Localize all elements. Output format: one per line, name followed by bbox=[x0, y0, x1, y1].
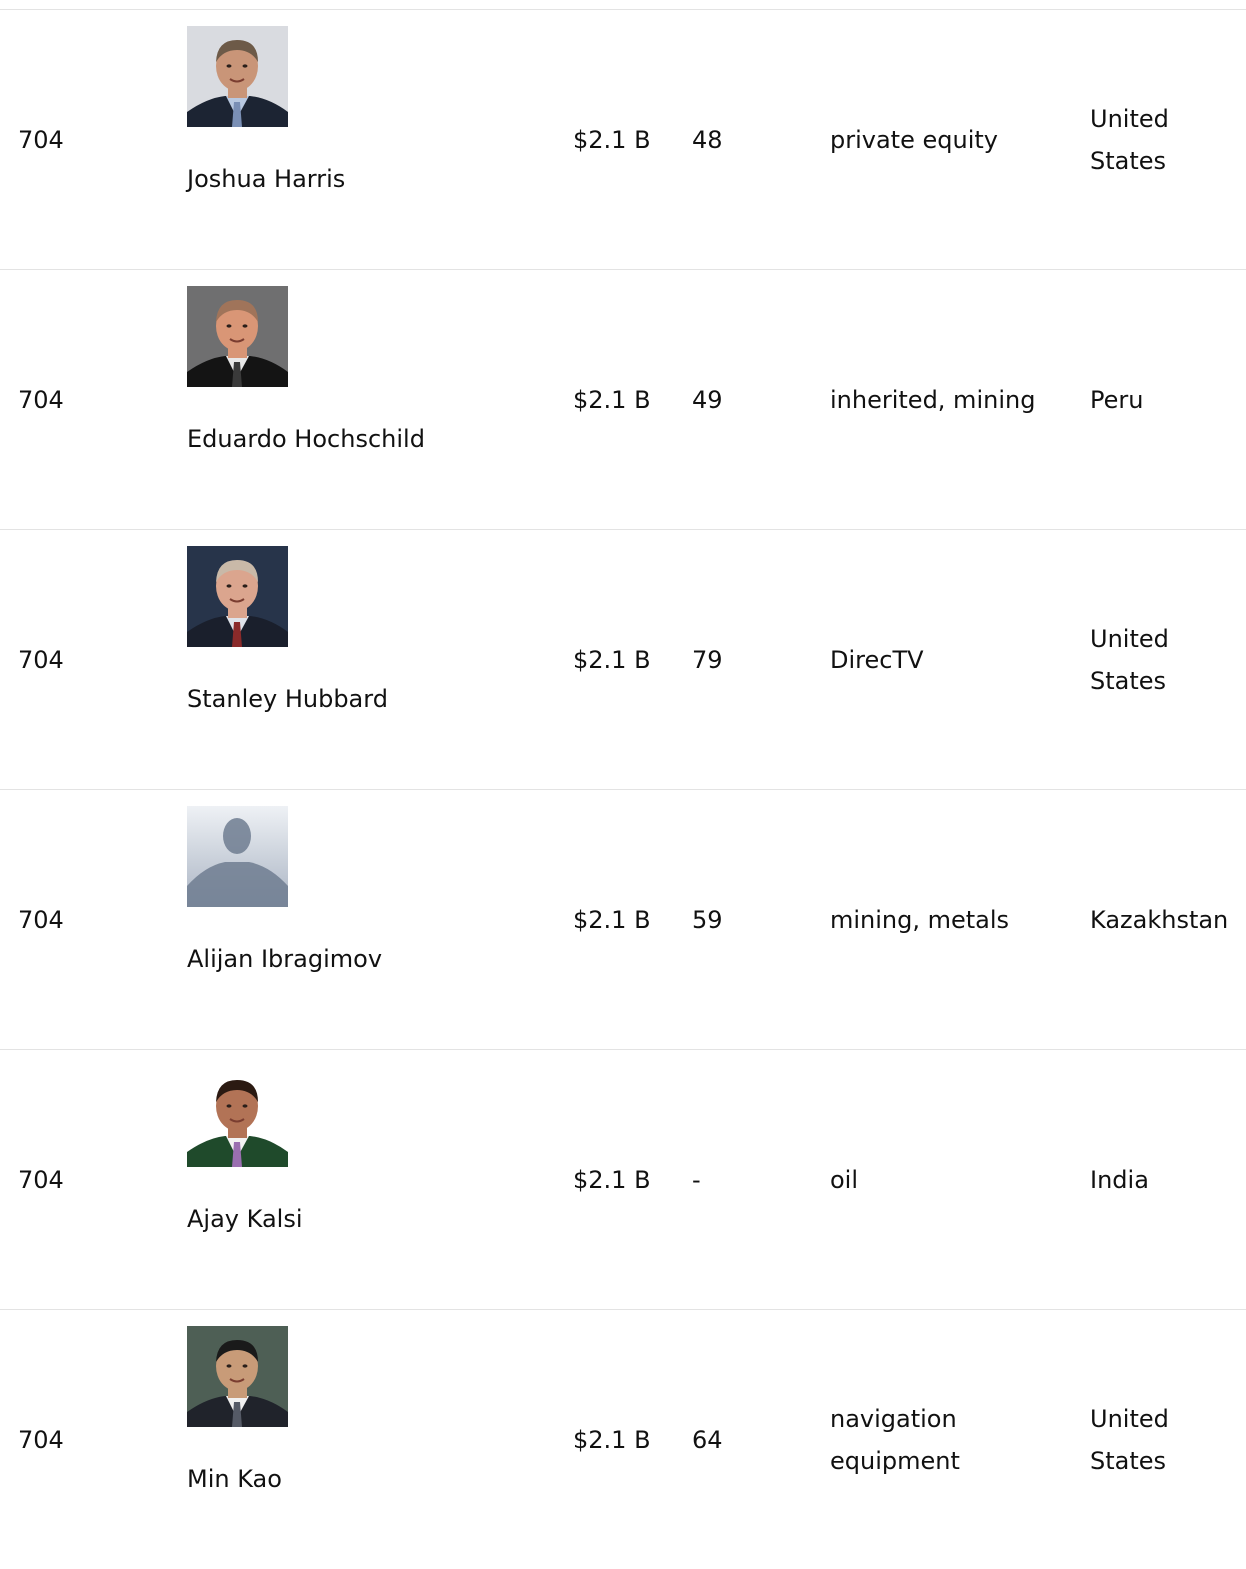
person-photo[interactable] bbox=[187, 1326, 288, 1427]
country-cell: United States bbox=[1090, 624, 1169, 695]
table-row: 704 Min Kao $2.1 B 64 navigation equipme… bbox=[0, 1309, 1246, 1569]
age-cell: 59 bbox=[692, 905, 723, 934]
table-row: 704 Ajay Kalsi $2.1 B - oil India bbox=[0, 1049, 1246, 1309]
net-worth-cell: $2.1 B bbox=[573, 385, 651, 414]
age-cell: 79 bbox=[692, 645, 723, 674]
person-photo[interactable] bbox=[187, 286, 288, 387]
age-cell: - bbox=[692, 1165, 701, 1194]
source-cell: mining, metals bbox=[830, 905, 1010, 934]
person-photo-icon bbox=[187, 1066, 288, 1167]
net-worth-cell: $2.1 B bbox=[573, 1425, 651, 1454]
country-cell: United States bbox=[1090, 104, 1169, 175]
net-worth-cell: $2.1 B bbox=[573, 645, 651, 674]
net-worth-cell: $2.1 B bbox=[573, 1165, 651, 1194]
source-cell: oil bbox=[830, 1165, 859, 1194]
billionaires-table: 704 Joshua Harris $2.1 B 48 private equi… bbox=[0, 0, 1246, 1569]
rank-cell: 704 bbox=[18, 1425, 64, 1454]
table-row: 704 Alijan Ibragimov $2.1 B 59 mining, m… bbox=[0, 789, 1246, 1049]
source-cell: DirecTV bbox=[830, 645, 924, 674]
silhouette-placeholder-icon bbox=[187, 806, 288, 907]
net-worth-cell: $2.1 B bbox=[573, 125, 651, 154]
person-photo-icon bbox=[187, 1326, 288, 1427]
person-name-link[interactable]: Joshua Harris bbox=[187, 158, 345, 200]
source-cell: private equity bbox=[830, 125, 998, 154]
person-photo-icon bbox=[187, 286, 288, 387]
country-cell: Peru bbox=[1090, 385, 1144, 414]
country-cell: United States bbox=[1090, 1404, 1169, 1475]
table-row: 704 Stanley Hubbard $2.1 B 79 DirecTV Un… bbox=[0, 529, 1246, 789]
rank-cell: 704 bbox=[18, 385, 64, 414]
table-row: 704 Joshua Harris $2.1 B 48 private equi… bbox=[0, 9, 1246, 269]
person-photo[interactable] bbox=[187, 806, 288, 907]
person-name-link[interactable]: Ajay Kalsi bbox=[187, 1198, 303, 1240]
source-cell: inherited, mining bbox=[830, 385, 1036, 414]
age-cell: 64 bbox=[692, 1425, 723, 1454]
rank-cell: 704 bbox=[18, 125, 64, 154]
table-row: 704 Eduardo Hochschild $2.1 B 49 inherit… bbox=[0, 269, 1246, 529]
country-cell: India bbox=[1090, 1165, 1149, 1194]
person-photo-icon bbox=[187, 546, 288, 647]
person-name-link[interactable]: Stanley Hubbard bbox=[187, 678, 388, 720]
country-cell: Kazakhstan bbox=[1090, 905, 1229, 934]
person-name-link[interactable]: Eduardo Hochschild bbox=[187, 418, 425, 460]
age-cell: 48 bbox=[692, 125, 723, 154]
source-cell: navigation equipment bbox=[830, 1404, 960, 1475]
rank-cell: 704 bbox=[18, 645, 64, 674]
person-name-link[interactable]: Min Kao bbox=[187, 1458, 282, 1500]
net-worth-cell: $2.1 B bbox=[573, 905, 651, 934]
rank-cell: 704 bbox=[18, 1165, 64, 1194]
person-photo[interactable] bbox=[187, 26, 288, 127]
person-photo[interactable] bbox=[187, 1066, 288, 1167]
person-name-link[interactable]: Alijan Ibragimov bbox=[187, 938, 382, 980]
person-photo-icon bbox=[187, 26, 288, 127]
rank-cell: 704 bbox=[18, 905, 64, 934]
age-cell: 49 bbox=[692, 385, 723, 414]
person-photo[interactable] bbox=[187, 546, 288, 647]
